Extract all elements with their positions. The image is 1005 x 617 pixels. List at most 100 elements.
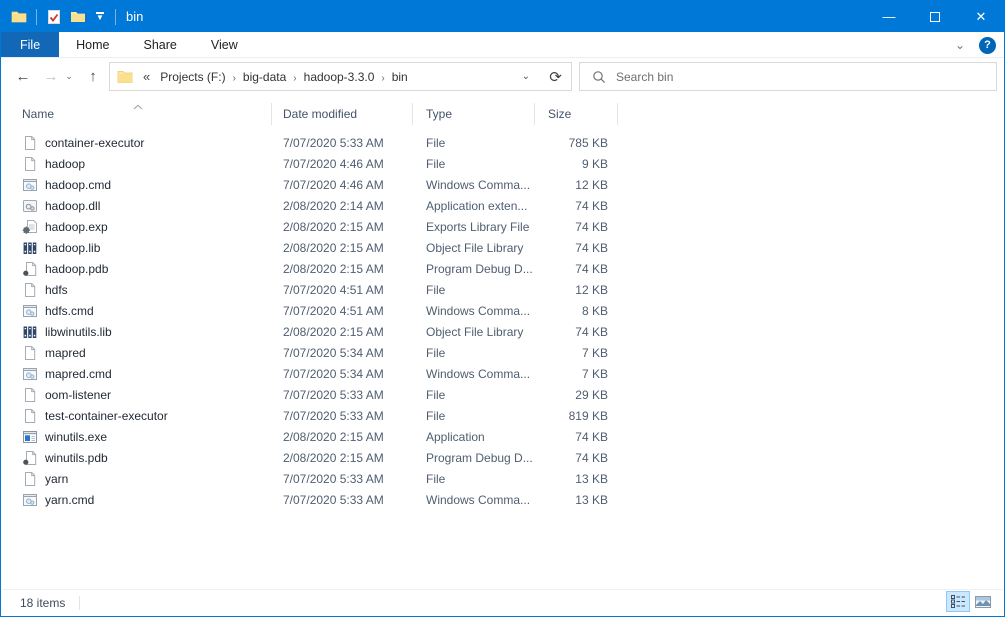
breadcrumb-item[interactable]: Projects (F:) — [154, 70, 231, 84]
breadcrumb: Projects (F:)›big-data›hadoop-3.3.0›bin — [154, 68, 414, 86]
file-name-cell: libwinutils.lib — [2, 324, 272, 340]
tab-home[interactable]: Home — [59, 32, 126, 57]
file-date-modified: 7/07/2020 5:34 AM — [272, 367, 413, 381]
quick-access-toolbar: ▼ — [1, 8, 118, 26]
file-row[interactable]: hdfs7/07/2020 4:51 AMFile12 KB — [2, 279, 1003, 300]
column-header-size[interactable]: Size — [535, 103, 618, 125]
column-header-date-modified[interactable]: Date modified — [272, 103, 413, 125]
file-name-cell: yarn.cmd — [2, 492, 272, 508]
collapse-ribbon-chevron-icon[interactable]: ⌄ — [955, 38, 965, 52]
search-icon — [592, 70, 606, 84]
file-type: Windows Comma... — [413, 178, 535, 192]
file-date-modified: 2/08/2020 2:15 AM — [272, 451, 413, 465]
file-row[interactable]: yarn.cmd7/07/2020 5:33 AMWindows Comma..… — [2, 489, 1003, 510]
file-size: 74 KB — [535, 451, 618, 465]
file-row[interactable]: mapred.cmd 7/07/2020 5:34 AMWindows Comma… — [2, 363, 1003, 384]
maximize-button[interactable] — [912, 1, 958, 32]
file-row[interactable]: hadoop.pdb2/08/2020 2:15 AMProgram Debug… — [2, 258, 1003, 279]
file-row[interactable]: test-container-executor7/07/2020 5:33 AM… — [2, 405, 1003, 426]
breadcrumb-item[interactable]: bin — [386, 70, 414, 84]
file-name-cell: winutils.exe — [2, 429, 272, 445]
file-name-cell: mapred.cmd — [2, 366, 272, 382]
file-size: 74 KB — [535, 430, 618, 444]
minimize-button[interactable]: — — [866, 1, 912, 32]
file-date-modified: 7/07/2020 5:34 AM — [272, 346, 413, 360]
file-row[interactable]: hadoop7/07/2020 4:46 AMFile9 KB — [2, 153, 1003, 174]
file-row[interactable]: hadoop.cmd7/07/2020 4:46 AMWindows Comma… — [2, 174, 1003, 195]
file-size: 9 KB — [535, 157, 618, 171]
file-name-cell: hadoop.cmd — [2, 177, 272, 193]
file-row[interactable]: hdfs.cmd7/07/2020 4:51 AMWindows Comma..… — [2, 300, 1003, 321]
column-headers: Name Date modified Type Size — [2, 103, 1003, 125]
file-name: mapred.cmd — [45, 367, 112, 381]
file-name: mapred — [45, 346, 86, 360]
back-button[interactable]: ← — [11, 64, 35, 88]
file-row[interactable]: libwinutils.lib2/08/2020 2:15 AMObject F… — [2, 321, 1003, 342]
file-row[interactable]: hadoop.lib2/08/2020 2:15 AMObject File L… — [2, 237, 1003, 258]
file-type: Windows Comma... — [413, 367, 535, 381]
file-row[interactable]: mapred7/07/2020 5:34 AMFile7 KB — [2, 342, 1003, 363]
address-bar[interactable]: « Projects (F:)›big-data›hadoop-3.3.0›bi… — [109, 62, 541, 91]
search-box — [579, 62, 997, 91]
file-name-cell: yarn — [2, 471, 272, 487]
customize-qat-chevron[interactable]: ▼ — [93, 12, 107, 21]
properties-check-icon[interactable] — [45, 8, 63, 26]
file-row[interactable]: oom-listener7/07/2020 5:33 AMFile29 KB — [2, 384, 1003, 405]
file-date-modified: 7/07/2020 5:33 AM — [272, 472, 413, 486]
dll-icon — [22, 198, 38, 214]
tab-file[interactable]: File — [1, 32, 59, 57]
file-name-cell: hadoop.pdb — [2, 261, 272, 277]
file-name: libwinutils.lib — [45, 325, 112, 339]
file-icon — [22, 471, 38, 487]
tab-share[interactable]: Share — [127, 32, 194, 57]
file-type: File — [413, 283, 535, 297]
file-type: Windows Comma... — [413, 493, 535, 507]
file-name: hadoop.exp — [45, 220, 108, 234]
close-button[interactable]: ✕ — [958, 1, 1004, 32]
file-row[interactable]: winutils.pdb2/08/2020 2:15 AMProgram Deb… — [2, 447, 1003, 468]
file-date-modified: 2/08/2020 2:15 AM — [272, 241, 413, 255]
search-input[interactable] — [616, 70, 996, 84]
file-date-modified: 2/08/2020 2:15 AM — [272, 430, 413, 444]
explorer-folder-icon[interactable] — [10, 8, 28, 26]
breadcrumb-item[interactable]: big-data — [237, 70, 292, 84]
large-icons-view-button[interactable] — [971, 591, 995, 612]
file-row[interactable]: winutils.exe2/08/2020 2:15 AMApplication… — [2, 426, 1003, 447]
details-view-button[interactable] — [946, 591, 970, 612]
recent-locations-chevron[interactable]: ⌄ — [61, 64, 77, 88]
file-row[interactable]: hadoop.exp2/08/2020 2:15 AMExports Libra… — [2, 216, 1003, 237]
file-name: yarn — [45, 472, 68, 486]
file-name-cell: hadoop.lib — [2, 240, 272, 256]
file-size: 785 KB — [535, 136, 618, 150]
window-title: bin — [126, 9, 143, 24]
file-row[interactable]: yarn7/07/2020 5:33 AMFile13 KB — [2, 468, 1003, 489]
file-size: 13 KB — [535, 472, 618, 486]
refresh-button[interactable]: ⟳ — [540, 62, 572, 91]
file-size: 7 KB — [535, 367, 618, 381]
up-button[interactable]: ↑ — [81, 64, 105, 88]
column-header-type[interactable]: Type — [413, 103, 535, 125]
file-name: winutils.pdb — [45, 451, 108, 465]
file-size: 12 KB — [535, 283, 618, 297]
file-name: hadoop.cmd — [45, 178, 111, 192]
file-date-modified: 7/07/2020 4:46 AM — [272, 157, 413, 171]
file-type: File — [413, 157, 535, 171]
file-row[interactable]: hadoop.dll2/08/2020 2:14 AMApplication e… — [2, 195, 1003, 216]
breadcrumb-item[interactable]: hadoop-3.3.0 — [298, 70, 381, 84]
file-name: test-container-executor — [45, 409, 168, 423]
file-size: 74 KB — [535, 220, 618, 234]
file-size: 74 KB — [535, 325, 618, 339]
help-icon[interactable]: ? — [979, 37, 996, 54]
status-bar: 18 items — [2, 589, 1003, 615]
file-type: Application — [413, 430, 535, 444]
file-row[interactable]: container-executor7/07/2020 5:33 AMFile7… — [2, 132, 1003, 153]
file-type: Application exten... — [413, 199, 535, 213]
file-icon — [22, 156, 38, 172]
file-name: oom-listener — [45, 388, 111, 402]
breadcrumb-overflow[interactable]: « — [139, 69, 154, 84]
new-folder-icon[interactable] — [69, 8, 87, 26]
tab-view[interactable]: View — [194, 32, 255, 57]
address-dropdown-chevron[interactable]: ⌄ — [512, 71, 540, 82]
file-name: hdfs — [45, 283, 68, 297]
forward-button[interactable]: → — [39, 64, 63, 88]
